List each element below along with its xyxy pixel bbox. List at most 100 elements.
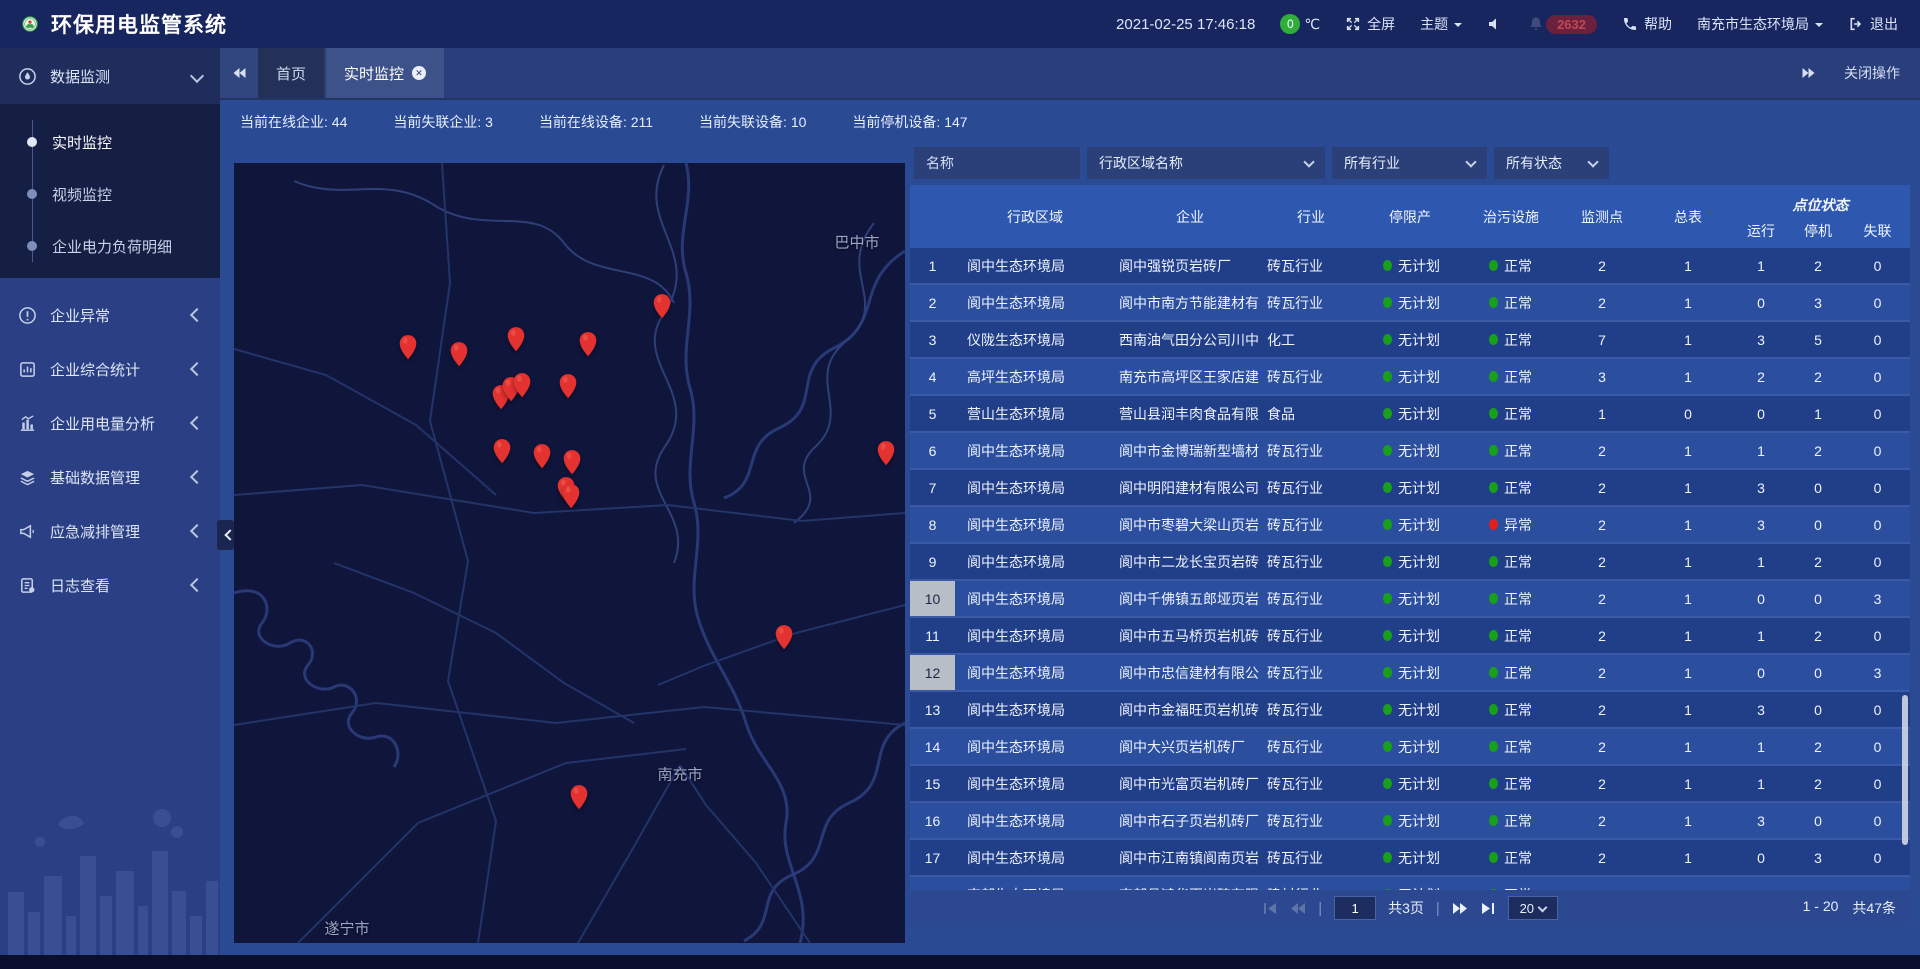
row-number: 7	[910, 470, 955, 505]
cell-region: 阆中生态环境局	[955, 618, 1115, 653]
cell-lost: 0	[1845, 544, 1910, 579]
chevron-down-icon	[190, 69, 204, 83]
map-pin[interactable]	[563, 449, 582, 476]
map-pin[interactable]	[775, 624, 794, 651]
table-row[interactable]: 6 阆中生态环境局 阆中市金博瑞新型墙材 砖瓦行业 无计划 正常 2 1 1 2…	[910, 433, 1910, 470]
cell-running: 3	[1731, 803, 1791, 838]
cell-industry: 砖瓦行业	[1265, 655, 1357, 690]
status-dot	[1383, 408, 1392, 419]
theme-dropdown[interactable]: 主题	[1420, 14, 1462, 34]
table-row[interactable]: 15 阆中生态环境局 阆中市光富页岩机砖厂 砖瓦行业 无计划 正常 2 1 1 …	[910, 766, 1910, 803]
sidebar-item-data-monitor[interactable]: 数据监测	[0, 48, 220, 104]
bottom-strip	[0, 955, 1920, 969]
cell-running: 3	[1731, 692, 1791, 727]
tabs-scroll-left-button[interactable]	[220, 48, 258, 98]
map-pin[interactable]	[513, 372, 532, 399]
page-number-input[interactable]	[1334, 896, 1376, 920]
cell-company: 阆中市石子页岩机砖厂	[1115, 803, 1265, 838]
map-pin[interactable]	[877, 440, 896, 467]
separator: |	[1436, 900, 1440, 917]
table-row[interactable]: 2 阆中生态环境局 阆中市南方节能建材有 砖瓦行业 无计划 正常 2 1 0 3…	[910, 285, 1910, 322]
map-pin[interactable]	[399, 334, 418, 361]
cell-limit-status: 无计划	[1357, 729, 1463, 764]
status-select-value: 所有状态	[1506, 153, 1562, 173]
speaker-muted-icon[interactable]	[1487, 16, 1503, 32]
cell-limit-status: 无计划	[1357, 322, 1463, 357]
map-pin[interactable]	[450, 341, 469, 368]
chevron-left-icon	[190, 362, 204, 376]
last-page-button[interactable]	[1480, 902, 1496, 915]
sidebar-item-label: 企业用电量分析	[50, 413, 155, 434]
map-pin[interactable]	[493, 438, 512, 465]
logout-button[interactable]: 退出	[1848, 14, 1898, 34]
table-row[interactable]: 4 高坪生态环境局 南充市高坪区王家店建 砖瓦行业 无计划 正常 3 1 2 2…	[910, 359, 1910, 396]
table-row[interactable]: 8 阆中生态环境局 阆中市枣碧大梁山页岩 砖瓦行业 无计划 异常 2 1 3 0…	[910, 507, 1910, 544]
map-pin[interactable]	[570, 784, 589, 811]
table-row[interactable]: 14 阆中生态环境局 阆中大兴页岩机砖厂 砖瓦行业 无计划 正常 2 1 1 2…	[910, 729, 1910, 766]
map-pin[interactable]	[507, 326, 526, 353]
cell-total-meters: 1	[1645, 803, 1731, 838]
map-pin[interactable]	[653, 293, 672, 320]
page-size-select[interactable]: 20	[1508, 896, 1558, 920]
fullscreen-button[interactable]: 全屏	[1345, 14, 1395, 34]
region-select[interactable]: 行政区域名称	[1087, 147, 1325, 179]
table-row[interactable]: 12 阆中生态环境局 阆中市忠信建材有限公 砖瓦行业 无计划 正常 2 1 0 …	[910, 655, 1910, 692]
sidebar-item-emergency-reduction[interactable]: 应急减排管理	[0, 504, 220, 558]
table-row[interactable]: 9 阆中生态环境局 阆中市二龙长宝页岩砖 砖瓦行业 无计划 正常 2 1 1 2…	[910, 544, 1910, 581]
sidebar-item-power-analysis[interactable]: 企业用电量分析	[0, 396, 220, 450]
map-panel[interactable]: 巴中市南充市遂宁市	[234, 163, 905, 943]
scrollbar-thumb[interactable]	[1902, 695, 1908, 845]
sidebar-item-base-data[interactable]: 基础数据管理	[0, 450, 220, 504]
sidebar-subitem-realtime-monitor[interactable]: 实时监控	[0, 116, 220, 168]
table-row[interactable]: 10 阆中生态环境局 阆中千佛镇五郎垭页岩 砖瓦行业 无计划 正常 2 1 0 …	[910, 581, 1910, 618]
sidebar-subitem-label: 视频监控	[52, 184, 112, 205]
table-row[interactable]: 16 阆中生态环境局 阆中市石子页岩机砖厂 砖瓦行业 无计划 正常 2 1 3 …	[910, 803, 1910, 840]
table-row[interactable]: 3 仪陇生态环境局 西南油气田分公司川中 化工 无计划 正常 7 1 3 5 0	[910, 322, 1910, 359]
cell-index: 17	[910, 840, 955, 875]
sidebar-collapse-button[interactable]	[217, 520, 234, 550]
table-row[interactable]: 7 阆中生态环境局 阆中明阳建材有限公司 砖瓦行业 无计划 正常 2 1 3 0…	[910, 470, 1910, 507]
sidebar-subitem-video-monitor[interactable]: 视频监控	[0, 168, 220, 220]
double-chevron-right-icon[interactable]	[1801, 67, 1816, 79]
cell-facility-status: 正常	[1463, 655, 1559, 690]
name-search-input[interactable]	[914, 147, 1080, 179]
previous-page-button[interactable]	[1290, 902, 1306, 915]
sidebar-item-enterprise-statistics[interactable]: 企业综合统计	[0, 342, 220, 396]
alert-circle-icon	[18, 306, 37, 325]
datetime: 2021-02-25 17:46:18	[1116, 16, 1255, 33]
tab-realtime-monitor[interactable]: 实时监控 ✕	[326, 48, 444, 98]
industry-select[interactable]: 所有行业	[1332, 147, 1487, 179]
next-page-button[interactable]	[1452, 902, 1468, 915]
tab-close-icon[interactable]: ✕	[412, 66, 426, 80]
map-pin[interactable]	[579, 331, 598, 358]
sidebar-subitem-power-load-detail[interactable]: 企业电力负荷明细	[0, 220, 220, 272]
cell-total-meters: 1	[1645, 840, 1731, 875]
cell-running: 3	[1731, 470, 1791, 505]
close-operations-button[interactable]: 关闭操作	[1844, 63, 1900, 83]
sidebar-item-enterprise-abnormal[interactable]: 企业异常	[0, 288, 220, 342]
sidebar-list: 企业异常 企业综合统计 企业用电量分析	[0, 278, 220, 612]
col-header-facility: 治污设施	[1463, 185, 1559, 248]
cell-monitor-points: 2	[1559, 470, 1645, 505]
table-row[interactable]: 1 阆中生态环境局 阆中强锐页岩砖厂 砖瓦行业 无计划 正常 2 1 1 2 0	[910, 248, 1910, 285]
cell-lost: 0	[1845, 248, 1910, 283]
first-page-button[interactable]	[1262, 902, 1278, 915]
table-row[interactable]: 5 营山生态环境局 营山县润丰肉食品有限 食品 无计划 正常 1 0 0 1 0	[910, 396, 1910, 433]
tab-home[interactable]: 首页	[258, 48, 324, 98]
row-number: 17	[910, 840, 955, 875]
map-pin[interactable]	[562, 483, 581, 510]
table-row[interactable]: 17 阆中生态环境局 阆中市江南镇阆南页岩 砖瓦行业 无计划 正常 2 1 0 …	[910, 840, 1910, 877]
org-dropdown[interactable]: 南充市生态环境局	[1697, 14, 1823, 34]
status-select[interactable]: 所有状态	[1494, 147, 1609, 179]
help-button[interactable]: 帮助	[1622, 14, 1672, 34]
sidebar-item-log-view[interactable]: 日志查看	[0, 558, 220, 612]
cell-total-meters: 1	[1645, 655, 1731, 690]
cell-region: 阆中生态环境局	[955, 285, 1115, 320]
row-number: 5	[910, 396, 955, 431]
map-pin[interactable]	[559, 373, 578, 400]
table-row[interactable]: 13 阆中生态环境局 阆中市金福旺页岩机砖 砖瓦行业 无计划 正常 2 1 3 …	[910, 692, 1910, 729]
notifications-button[interactable]: 2632	[1528, 15, 1597, 34]
table-row[interactable]: 11 阆中生态环境局 阆中市五马桥页岩机砖 砖瓦行业 无计划 正常 2 1 1 …	[910, 618, 1910, 655]
table-row[interactable]: 18 南部生态环境局 南部县鸿华页岩砖有限 建材行业 无计划 正常 2 1 0 …	[910, 877, 1910, 890]
map-pin[interactable]	[533, 443, 552, 470]
